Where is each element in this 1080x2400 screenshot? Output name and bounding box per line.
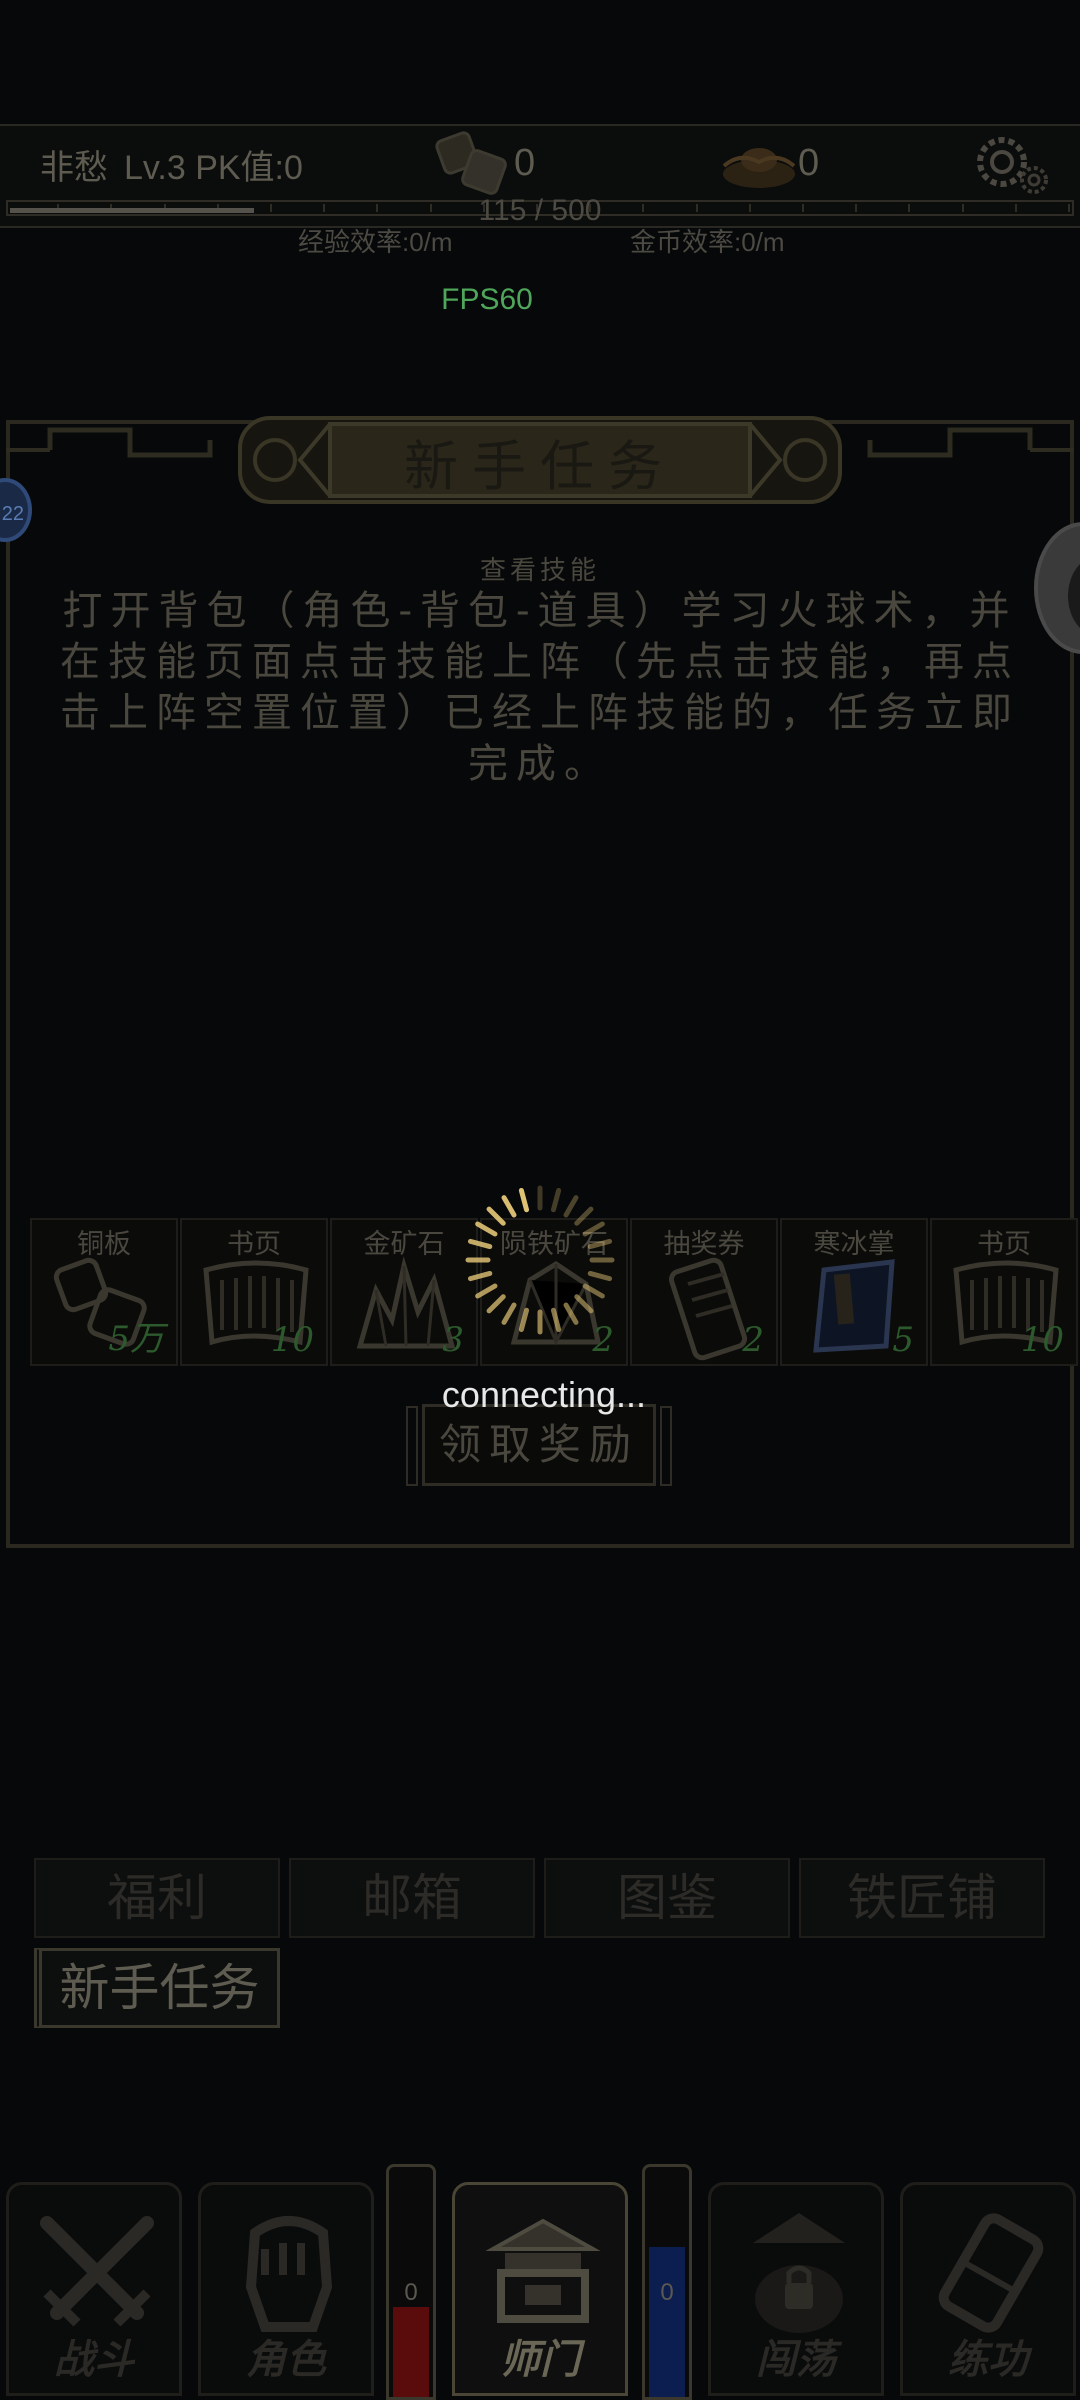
reward-item[interactable]: 抽奖券 2 xyxy=(630,1218,778,1366)
atlas-button[interactable]: 图鉴 xyxy=(544,1858,790,1938)
quest-description: 打开背包（角色-背包-道具）学习火球术，并在技能页面点击技能上阵（先点击技能，再… xyxy=(60,588,1020,787)
reward-item[interactable]: 铜板 5万 xyxy=(30,1218,178,1366)
loading-spinner-icon xyxy=(465,1185,615,1335)
exp-rate: 经验效率:0/m xyxy=(298,227,453,257)
nav-tab-train[interactable]: 练功 xyxy=(900,2182,1076,2396)
connecting-text: connecting... xyxy=(441,1374,647,1415)
quest-subtitle: 查看技能 xyxy=(479,556,600,586)
gold-rate: 金币效率:0/m xyxy=(630,227,785,257)
gear-icon[interactable] xyxy=(972,132,1050,198)
nav-tab-battle[interactable]: 战斗 xyxy=(6,2182,182,2396)
scroll-icon xyxy=(938,2213,1044,2333)
copper-count: 0 xyxy=(514,142,536,184)
claim-button-right-ornament xyxy=(660,1406,672,1486)
crossed-swords-icon xyxy=(40,2216,154,2327)
claim-button-left-ornament xyxy=(406,1406,418,1486)
locked-wanderer-icon xyxy=(753,2213,845,2333)
gold-count: 0 xyxy=(798,142,820,184)
fist-icon xyxy=(245,2216,333,2332)
hp-vial: 0 xyxy=(386,2164,436,2400)
reward-item[interactable]: 寒冰掌 5 xyxy=(780,1218,928,1366)
exp-value: 115 / 500 xyxy=(478,194,602,227)
mp-fill xyxy=(649,2247,685,2397)
welfare-button[interactable]: 福利 xyxy=(34,1858,280,1938)
player-name[interactable]: 非愁 xyxy=(40,140,108,189)
quest-title: 新手任务 xyxy=(404,435,676,498)
nav-tab-sect[interactable]: 师门 xyxy=(452,2182,628,2396)
mp-vial: 0 xyxy=(642,2164,692,2400)
mail-button[interactable]: 邮箱 xyxy=(289,1858,535,1938)
copper-coins-icon xyxy=(435,131,507,195)
gold-ingot-icon xyxy=(722,148,796,188)
hp-fill xyxy=(393,2307,429,2397)
player-level-pk: Lv.3 PK值:0 xyxy=(124,149,303,187)
reward-item[interactable]: 金矿石 3 xyxy=(330,1218,478,1366)
claim-reward-button[interactable]: 领取奖励 xyxy=(422,1404,656,1486)
fps-counter: FPS60 xyxy=(441,283,533,316)
nav-tab-wander[interactable]: 闯荡 xyxy=(708,2182,884,2396)
blacksmith-button[interactable]: 铁匠铺 xyxy=(799,1858,1045,1938)
temple-icon xyxy=(485,2218,601,2323)
nav-tab-role[interactable]: 角色 xyxy=(198,2182,374,2396)
reward-item[interactable]: 书页 10 xyxy=(930,1218,1078,1366)
newbie-quest-button[interactable]: 新手任务 xyxy=(34,1948,280,2028)
reward-item[interactable]: 书页 10 xyxy=(180,1218,328,1366)
